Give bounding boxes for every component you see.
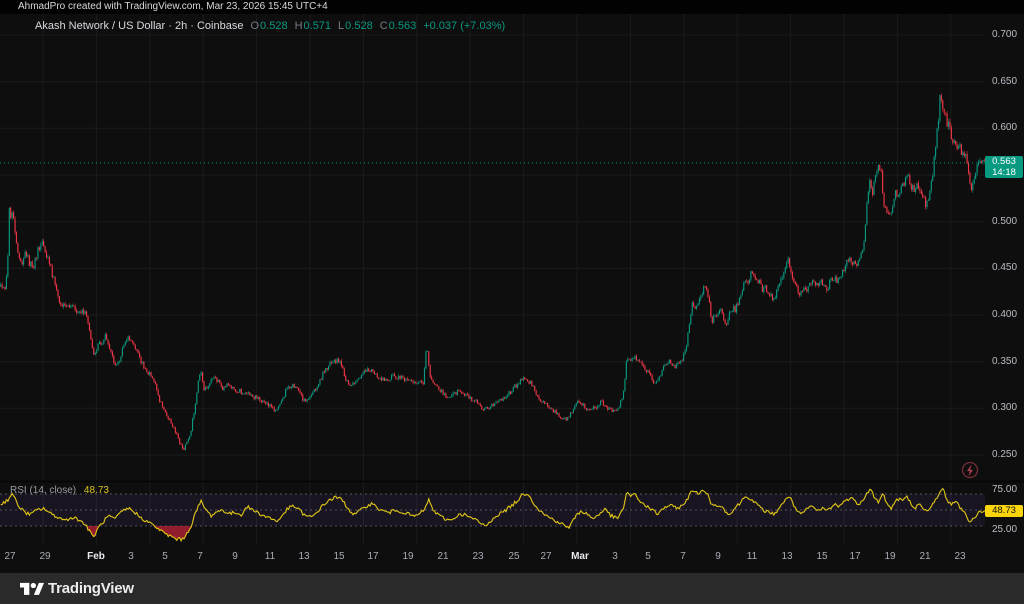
time-axis-label: 19: [394, 551, 422, 563]
price-axis-label: 0.250: [992, 449, 1024, 461]
footer-bar: TradingView: [0, 573, 1024, 604]
price-axis-label: 0.600: [992, 122, 1024, 134]
time-axis-label: 7: [669, 551, 697, 563]
time-axis-label: 11: [738, 551, 766, 563]
time-axis-label: 13: [290, 551, 318, 563]
time-axis-label: 13: [773, 551, 801, 563]
tradingview-wordmark[interactable]: TradingView: [48, 573, 134, 604]
time-axis-label: Mar: [566, 551, 594, 563]
high-label: H: [295, 20, 303, 32]
time-axis-label: 9: [221, 551, 249, 563]
time-axis-label: 29: [31, 551, 59, 563]
time-axis-label: 15: [325, 551, 353, 563]
time-axis-label: 23: [946, 551, 974, 563]
high-value: 0.571: [304, 20, 332, 32]
open-value: 0.528: [260, 20, 288, 32]
time-axis-label: 19: [876, 551, 904, 563]
time-axis-label: 15: [808, 551, 836, 563]
open-label: O: [250, 20, 259, 32]
rsi-value-label: 48.73: [985, 505, 1023, 517]
price-axis-label: 0.450: [992, 262, 1024, 274]
time-axis-label: 27: [532, 551, 560, 563]
time-axis-label: 5: [151, 551, 179, 563]
time-axis-label: 3: [601, 551, 629, 563]
symbol-legend: Akash Network / US Dollar · 2h · Coinbas…: [35, 20, 505, 32]
price-axis-label: 0.300: [992, 402, 1024, 414]
rsi-params: (14, close): [29, 485, 76, 496]
time-axis-label: 5: [634, 551, 662, 563]
current-price-label: 0.563 14:18: [985, 156, 1023, 178]
price-chart-canvas[interactable]: [0, 14, 1024, 573]
time-axis-label: Feb: [82, 551, 110, 563]
close-value: 0.563: [389, 20, 417, 32]
rsi-axis-bottom-label: 25.00: [992, 524, 1024, 536]
price-axis-label: 0.700: [992, 29, 1024, 41]
time-axis-label: 3: [117, 551, 145, 563]
price-axis-label: 0.350: [992, 356, 1024, 368]
time-axis-label: 7: [186, 551, 214, 563]
low-value: 0.528: [345, 20, 373, 32]
price-axis-label: 0.400: [992, 309, 1024, 321]
chart-area[interactable]: Akash Network / US Dollar · 2h · Coinbas…: [0, 14, 1024, 573]
attribution-bar: AhmadPro created with TradingView.com, M…: [0, 0, 1024, 14]
bar-countdown: 14:18: [985, 167, 1023, 178]
low-label: L: [338, 20, 344, 32]
rsi-legend: RSI (14, close) 48.73: [10, 485, 109, 496]
time-axis-label: 25: [500, 551, 528, 563]
time-axis-label: 23: [464, 551, 492, 563]
tradingview-logo-icon[interactable]: [20, 580, 44, 599]
rsi-title[interactable]: RSI: [10, 485, 27, 496]
rsi-value: 48.73: [84, 485, 109, 496]
time-axis-label: 17: [841, 551, 869, 563]
time-axis-label: 21: [429, 551, 457, 563]
lightning-icon[interactable]: [963, 463, 978, 478]
time-axis-label: 21: [911, 551, 939, 563]
symbol-title[interactable]: Akash Network / US Dollar · 2h · Coinbas…: [35, 20, 243, 32]
attribution-text: AhmadPro created with TradingView.com, M…: [18, 1, 328, 12]
time-axis-label: 27: [0, 551, 24, 563]
price-axis-label: 0.500: [992, 216, 1024, 228]
close-label: C: [380, 20, 388, 32]
rsi-axis-top-label: 75.00: [992, 484, 1024, 496]
current-price-value: 0.563: [985, 156, 1023, 167]
change-value: +0.037 (+7.03%): [423, 20, 505, 32]
time-axis-label: 17: [359, 551, 387, 563]
price-axis-label: 0.650: [992, 76, 1024, 88]
time-axis-label: 9: [704, 551, 732, 563]
time-axis-label: 11: [256, 551, 284, 563]
